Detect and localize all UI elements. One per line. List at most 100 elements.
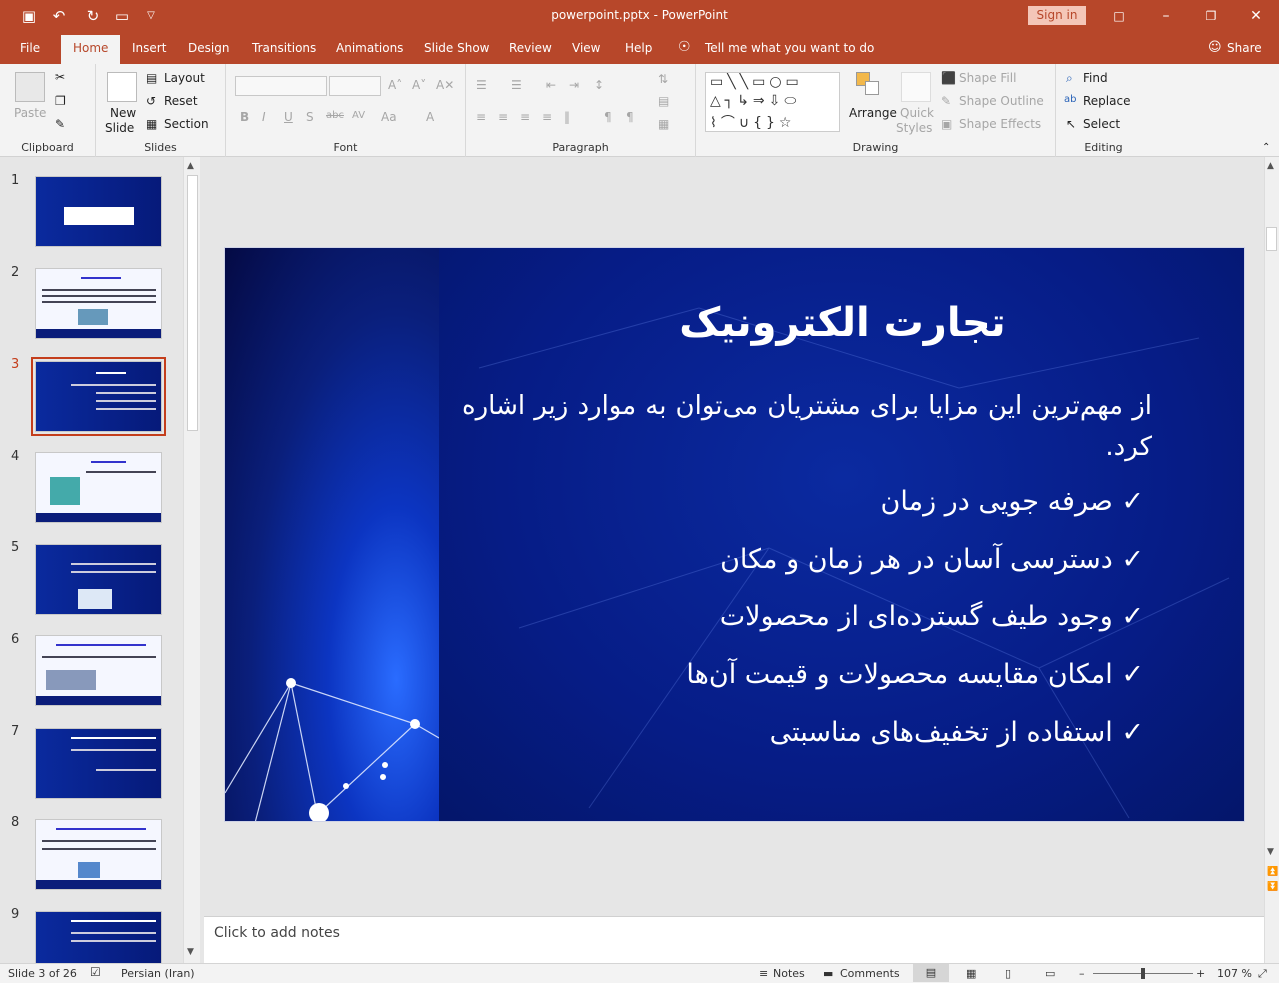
quick-styles-icon[interactable] bbox=[901, 72, 931, 102]
shapes-row-2-icon[interactable]: △┐↳⇒⇩⬭ bbox=[710, 93, 800, 109]
previous-slide-icon[interactable]: ⏫ bbox=[1267, 867, 1278, 877]
increase-indent-icon[interactable]: ⇥ bbox=[569, 78, 579, 92]
notes-button[interactable]: Notes bbox=[773, 967, 805, 980]
minimize-icon[interactable]: – bbox=[1155, 6, 1177, 26]
shapes-row-1-icon[interactable]: ▭╲╲▭○▭ bbox=[710, 74, 803, 90]
canvas-scrollbar[interactable]: ▲ ▼ ⏫ ⏬ bbox=[1264, 157, 1279, 963]
bullet-item-5[interactable]: ✓ استفاده از تخفیف‌های مناسبتی bbox=[770, 717, 1144, 748]
slideshow-view-icon[interactable]: ▭ bbox=[1045, 967, 1055, 980]
bold-icon[interactable]: B bbox=[240, 110, 249, 124]
replace-button[interactable]: Replace bbox=[1083, 94, 1130, 108]
slide-title[interactable]: تجارت الکترونیک bbox=[439, 300, 1244, 346]
align-center-icon[interactable]: ≡ bbox=[498, 110, 508, 124]
grow-font-icon[interactable]: A˄ bbox=[388, 78, 402, 92]
scroll-down-icon[interactable]: ▼ bbox=[187, 947, 194, 957]
share-button[interactable]: Share bbox=[1227, 41, 1262, 55]
tab-animations[interactable]: Animations bbox=[336, 41, 403, 55]
zoom-slider-knob[interactable] bbox=[1141, 968, 1145, 979]
tab-help[interactable]: Help bbox=[625, 41, 652, 55]
tab-transitions[interactable]: Transitions bbox=[252, 41, 316, 55]
arrange-icon[interactable] bbox=[856, 72, 882, 98]
text-direction-icon[interactable]: ⇅ bbox=[658, 72, 668, 86]
thumbnail-scroll-thumb[interactable] bbox=[187, 175, 198, 431]
align-left-icon[interactable]: ≡ bbox=[476, 110, 486, 124]
align-text-icon[interactable]: ▤ bbox=[658, 94, 669, 108]
thumbnail-scrollbar[interactable]: ▲ ▼ bbox=[183, 157, 200, 963]
align-right-icon[interactable]: ≡ bbox=[520, 110, 530, 124]
smartart-icon[interactable]: ▦ bbox=[658, 117, 669, 131]
slide-thumbnail-4[interactable] bbox=[35, 452, 162, 523]
bullet-item-3[interactable]: ✓ وجود طیف گسترده‌ای از محصولات bbox=[720, 601, 1144, 632]
slide-thumbnail-3-selected[interactable] bbox=[31, 357, 166, 436]
section-button[interactable]: Section bbox=[164, 117, 209, 131]
quick-styles-label-1[interactable]: Quick bbox=[900, 106, 934, 120]
new-slide-icon[interactable] bbox=[107, 72, 137, 102]
canvas-scroll-thumb[interactable] bbox=[1266, 227, 1277, 251]
normal-view-icon[interactable]: ▤ bbox=[913, 964, 949, 982]
canvas-scroll-down-icon[interactable]: ▼ bbox=[1267, 847, 1274, 857]
ltr-icon[interactable]: ¶ bbox=[626, 110, 634, 124]
tab-slide-show[interactable]: Slide Show bbox=[424, 41, 489, 55]
shape-outline-button[interactable]: Shape Outline bbox=[959, 94, 1044, 108]
copy-icon[interactable]: ❐ bbox=[55, 94, 66, 108]
close-icon[interactable]: ✕ bbox=[1245, 6, 1267, 26]
shape-fill-button[interactable]: Shape Fill bbox=[959, 71, 1016, 85]
numbering-icon[interactable]: ☰ bbox=[511, 78, 522, 92]
bullets-icon[interactable]: ☰ bbox=[476, 78, 487, 92]
reading-view-icon[interactable]: ▯ bbox=[1005, 967, 1011, 980]
shapes-gallery[interactable]: ▭╲╲▭○▭ △┐↳⇒⇩⬭ ⌇⌒∪{}☆ bbox=[705, 72, 840, 132]
slide-thumbnail-5[interactable] bbox=[35, 544, 162, 615]
slide-thumbnail-2[interactable] bbox=[35, 268, 162, 339]
font-name-box[interactable] bbox=[235, 76, 327, 96]
collapse-ribbon-icon[interactable]: ⌃ bbox=[1262, 142, 1270, 153]
language-indicator[interactable]: Persian (Iran) bbox=[121, 967, 195, 980]
next-slide-icon[interactable]: ⏬ bbox=[1267, 882, 1278, 892]
slide-sorter-icon[interactable]: ▦ bbox=[966, 967, 976, 980]
layout-button[interactable]: Layout bbox=[164, 71, 205, 85]
scroll-up-icon[interactable]: ▲ bbox=[187, 161, 194, 171]
tab-file[interactable]: File bbox=[20, 41, 40, 55]
tab-home[interactable]: Home bbox=[61, 35, 121, 64]
comments-button[interactable]: Comments bbox=[840, 967, 900, 980]
tab-design[interactable]: Design bbox=[188, 41, 229, 55]
cut-icon[interactable]: ✂ bbox=[55, 70, 65, 84]
slide-thumbnail-7[interactable] bbox=[35, 728, 162, 799]
font-color-icon[interactable]: A bbox=[426, 110, 434, 124]
notes-pane[interactable]: Click to add notes bbox=[204, 916, 1264, 963]
zoom-in-icon[interactable]: + bbox=[1196, 967, 1205, 980]
spellcheck-icon[interactable]: ☑ bbox=[90, 965, 101, 979]
change-case-icon[interactable]: Aa bbox=[381, 110, 397, 124]
rtl-icon[interactable]: ¶ bbox=[604, 110, 612, 124]
bullet-item-4[interactable]: ✓ امکان مقایسه محصولات و قیمت آن‌ها bbox=[686, 659, 1144, 690]
slide-thumbnail-8[interactable] bbox=[35, 819, 162, 890]
find-button[interactable]: Find bbox=[1083, 71, 1108, 85]
bullet-item-2[interactable]: ✓ دسترسی آسان در هر زمان و مکان bbox=[720, 544, 1144, 575]
arrange-button[interactable]: Arrange bbox=[849, 106, 897, 120]
zoom-level[interactable]: 107 % bbox=[1217, 967, 1252, 980]
select-button[interactable]: Select bbox=[1083, 117, 1120, 131]
canvas-scroll-up-icon[interactable]: ▲ bbox=[1267, 161, 1274, 171]
shadow-icon[interactable]: S bbox=[306, 110, 314, 124]
justify-icon[interactable]: ≡ bbox=[542, 110, 552, 124]
new-slide-label-2[interactable]: Slide bbox=[105, 121, 134, 135]
tab-view[interactable]: View bbox=[572, 41, 600, 55]
shape-effects-button[interactable]: Shape Effects bbox=[959, 117, 1041, 131]
clear-format-icon[interactable]: A✕ bbox=[436, 78, 454, 92]
ribbon-display-icon[interactable]: □ bbox=[1108, 6, 1130, 26]
slide-thumbnail-6[interactable] bbox=[35, 635, 162, 706]
notes-placeholder[interactable]: Click to add notes bbox=[214, 925, 340, 941]
current-slide[interactable]: تجارت الکترونیک از مهم‌ترین این مزایا بر… bbox=[224, 247, 1245, 822]
slide-body-text[interactable]: از مهم‌ترین این مزایا برای مشتریان می‌تو… bbox=[462, 386, 1152, 468]
shrink-font-icon[interactable]: A˅ bbox=[412, 78, 426, 92]
new-slide-label-1[interactable]: New bbox=[110, 106, 136, 120]
quick-styles-label-2[interactable]: Styles bbox=[896, 121, 932, 135]
line-spacing-icon[interactable]: ↕ bbox=[594, 78, 604, 92]
tab-insert[interactable]: Insert bbox=[132, 41, 166, 55]
tab-review[interactable]: Review bbox=[509, 41, 552, 55]
char-spacing-icon[interactable]: AV bbox=[352, 110, 365, 121]
zoom-out-icon[interactable]: – bbox=[1079, 967, 1085, 980]
font-size-box[interactable] bbox=[329, 76, 381, 96]
italic-icon[interactable]: I bbox=[262, 110, 266, 124]
sign-in-button[interactable]: Sign in bbox=[1028, 6, 1086, 25]
columns-icon[interactable]: ‖ bbox=[564, 110, 570, 124]
